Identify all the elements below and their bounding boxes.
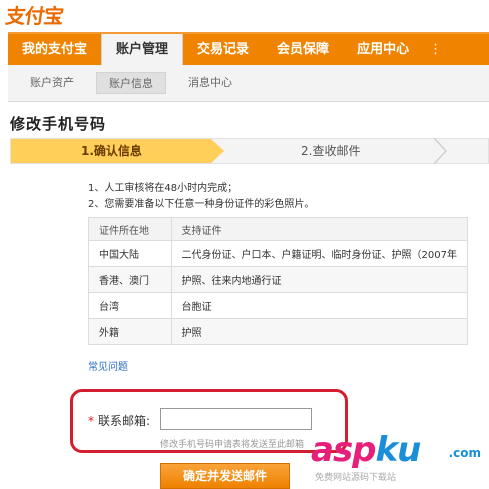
table-cell-region: 中国大陆 [88,240,172,267]
step-arrow-inactive [433,138,447,164]
required-mark: * [88,414,94,428]
watermark-ku: ku [375,430,422,470]
table-row: 外籍 护照 [88,318,469,345]
watermark-subtitle: 免费网站源码下载站 [315,473,397,483]
table-row: 台湾 台胞证 [88,292,469,319]
alipay-logo[interactable]: 支付宝 [4,2,65,28]
sub-navigation: 账户资产 账户信息 消息中心 [8,65,489,102]
table-header-documents: 支持证件 [170,217,469,241]
subnav-account-assets[interactable]: 账户资产 [18,72,86,94]
table-row: 中国大陆 二代身份证、户口本、户籍证明、临时身份证、护照（2007年 [88,240,469,267]
page-title: 修改手机号码 [10,115,107,133]
table-cell-region: 外籍 [88,318,172,345]
logo-text: 支付宝 [4,3,65,28]
table-cell-region: 香港、澳门 [88,266,172,293]
table-header-row: 证件所在地 支持证件 [88,217,469,241]
nav-member-protection[interactable]: 会员保障 [263,34,343,65]
watermark-com: .com [448,446,481,460]
step-progress-bar: 1.确认信息 2.查收邮件 [10,138,489,164]
table-cell-documents: 台胞证 [170,292,469,319]
table-cell-documents: 护照、往来内地通行证 [170,266,469,293]
step-arrow-active [211,139,224,163]
email-hint: 修改手机号码申请表将发送至此邮箱 [160,440,305,450]
site-watermark: aspku .com 免费网站源码下载站 [311,430,481,489]
email-field[interactable] [160,408,312,430]
confirm-send-email-button[interactable]: 确定并发送邮件 [160,463,290,489]
nav-account-management[interactable]: 账户管理 [101,34,184,65]
nav-my-alipay[interactable]: 我的支付宝 [8,34,101,65]
table-row: 香港、澳门 护照、往来内地通行证 [88,266,469,293]
table-cell-region: 台湾 [88,292,172,319]
top-navigation: 我的支付宝 账户管理 交易记录 会员保障 应用中心 ⋮ [8,32,489,65]
nav-transactions[interactable]: 交易记录 [183,34,263,65]
instruction-notes: 1、人工审核将在48小时内完成； 2、您需要准备以下任意一种身份证件的彩色照片。 [88,181,314,213]
note-line-2: 2、您需要准备以下任意一种身份证件的彩色照片。 [88,199,315,210]
watermark-asp: asp [311,430,377,470]
subnav-message-center[interactable]: 消息中心 [176,72,244,94]
table-cell-documents: 二代身份证、户口本、户籍证明、临时身份证、护照（2007年 [170,240,469,267]
table-cell-documents: 护照 [170,318,469,345]
email-label-text: 联系邮箱: [98,414,151,428]
watermark-logo: aspku [311,430,422,470]
note-line-1: 1、人工审核将在48小时内完成； [88,183,238,194]
supported-id-table: 证件所在地 支持证件 中国大陆 二代身份证、户口本、户籍证明、临时身份证、护照（… [88,217,469,345]
email-label: * 联系邮箱: [88,412,150,429]
step-confirm-info: 1.确认信息 [11,139,211,163]
subnav-account-info[interactable]: 账户信息 [96,72,166,94]
table-header-region: 证件所在地 [88,217,172,241]
step-check-email: 2.查收邮件 [301,144,361,158]
faq-link[interactable]: 常见问题 [88,358,128,373]
more-menu-icon[interactable]: ⋮ [423,34,448,65]
nav-app-center[interactable]: 应用中心 [343,34,423,65]
